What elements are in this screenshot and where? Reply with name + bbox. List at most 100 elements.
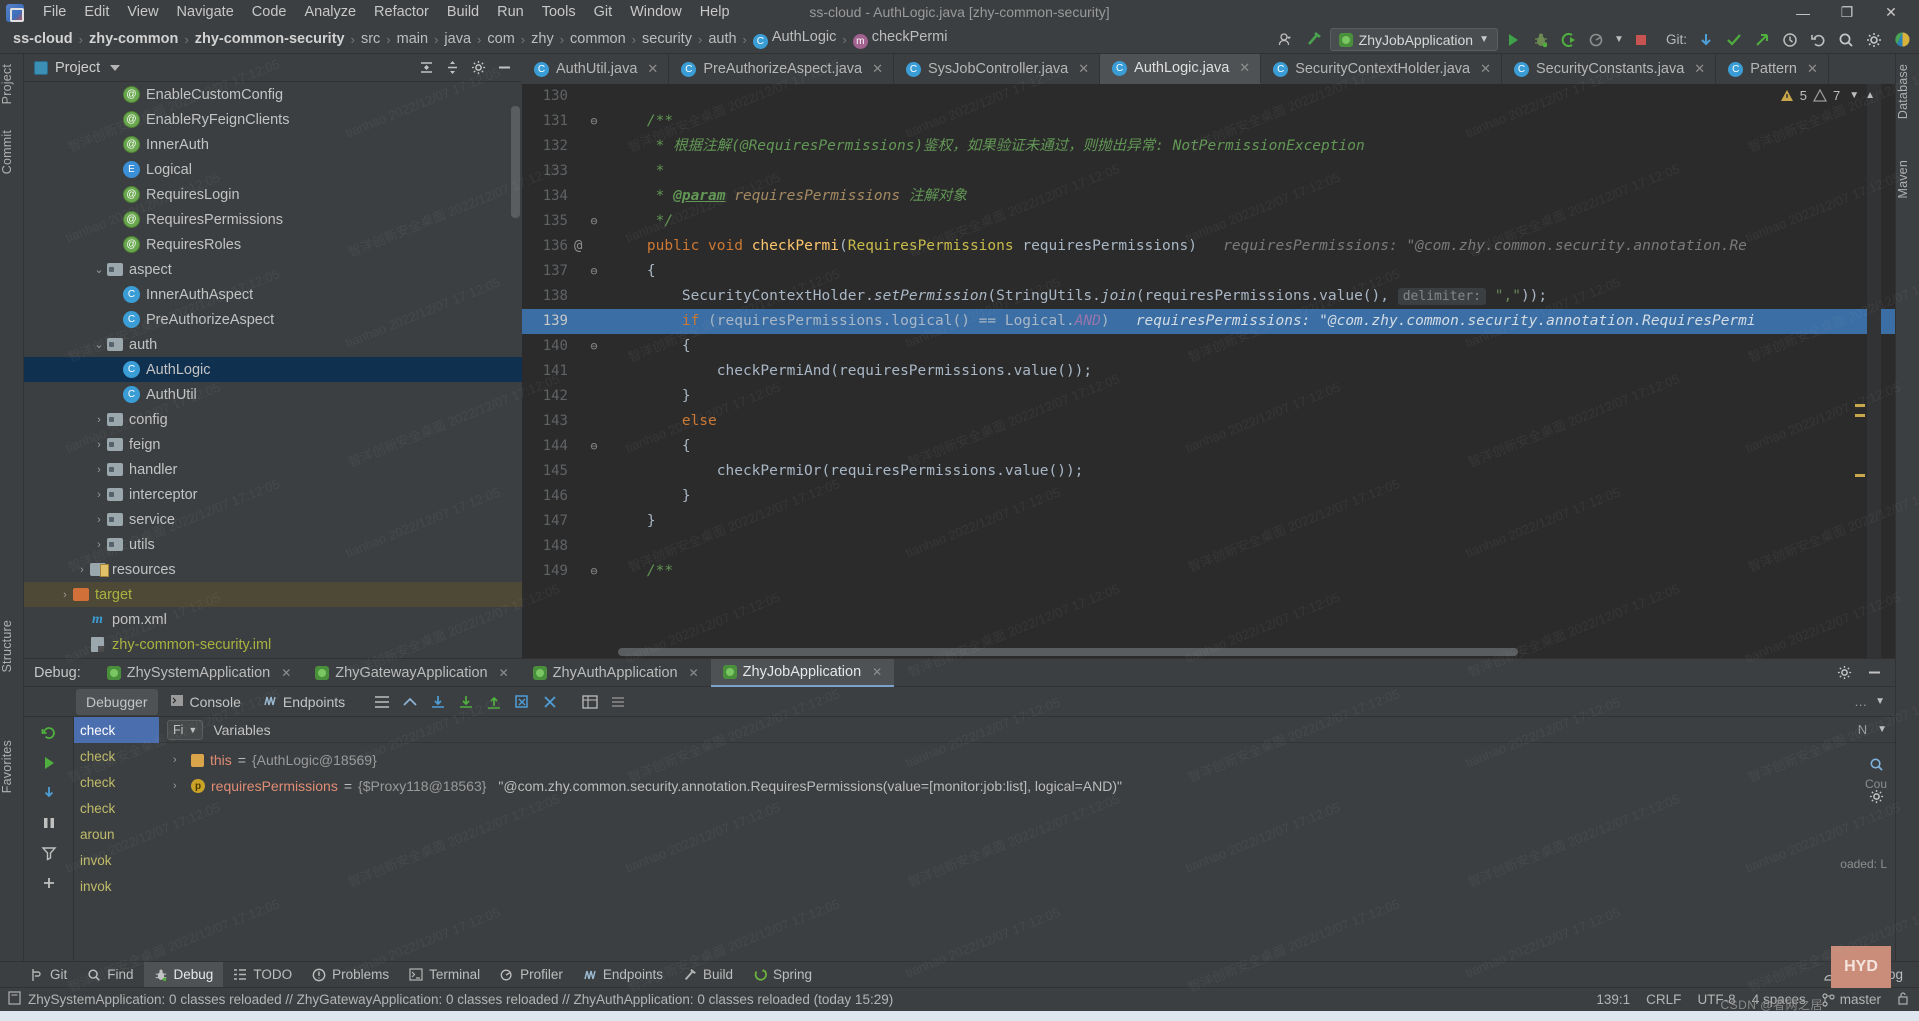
menu-item-file[interactable]: File [34,0,75,25]
settings-icon[interactable] [1861,28,1887,52]
code-line[interactable]: 140 ⊖ { [522,334,1895,359]
hide-panel-icon[interactable] [1861,660,1887,686]
rerun-icon[interactable] [34,719,64,747]
breadcrumb-item-zhy-common[interactable]: zhy-common [84,31,183,47]
annotation-gutter-icon[interactable]: @ [574,234,582,259]
tree-item[interactable]: C InnerAuthAspect [24,282,522,307]
chevron-right-icon[interactable]: › [92,513,106,527]
revert-icon[interactable] [1805,28,1831,52]
chevron-down-icon[interactable] [110,64,121,71]
help-icon[interactable] [1889,28,1915,52]
hide-panel-icon[interactable] [492,56,516,80]
project-scrollbar[interactable] [511,106,520,218]
chevron-down-icon[interactable]: ▼ [1875,696,1885,707]
chevron-down-icon[interactable]: ▼ [1612,28,1626,52]
frame-filter-select[interactable]: Fi ▼ [167,719,204,740]
code-line[interactable]: 149 ⊖ /** [522,559,1895,584]
chevron-right-icon[interactable]: › [92,413,106,427]
tool-window-button-terminal[interactable]: Terminal [399,962,490,988]
sidebar-tab-favorites[interactable]: Favorites [0,734,24,799]
chevron-right-icon[interactable]: › [92,438,106,452]
code-line[interactable]: 134 * @param requiresPermissions 注解对象 [522,184,1895,209]
step-down-icon[interactable] [34,779,64,807]
tool-window-button-problems[interactable]: Problems [302,962,399,988]
tool-window-button-todo[interactable]: TODO [223,962,302,988]
editor-tab-securitycontextholder-java[interactable]: C SecurityContextHolder.java ✕ [1261,54,1502,84]
sidebar-tab-commit[interactable]: Commit [0,124,24,180]
line-separator[interactable]: CRLF [1646,992,1681,1007]
debug-icon[interactable] [1528,28,1554,52]
caret-position[interactable]: 139:1 [1596,992,1630,1007]
chevron-down-icon[interactable]: ▼ [1849,90,1859,101]
collapse-all-icon[interactable] [414,56,438,80]
menu-item-view[interactable]: View [118,0,167,25]
tree-item[interactable]: ⌄ aspect [24,257,522,282]
layout-icon[interactable] [369,689,395,715]
tool-window-button-git[interactable]: Git [20,962,77,988]
tree-item[interactable]: › interceptor [24,482,522,507]
lock-icon[interactable] [1897,991,1909,1008]
chevron-right-icon[interactable]: › [173,754,185,766]
variable-row[interactable]: › p requiresPermissions = {$Proxy118@18563… [159,773,1895,799]
run-configuration-selector[interactable]: ZhyJobApplication ▼ [1329,28,1498,51]
code-line[interactable]: 146 } [522,484,1895,509]
settings2-icon[interactable] [605,689,631,715]
tree-item[interactable]: zhy-common-security.iml [24,632,522,657]
chevron-right-icon[interactable]: › [173,780,185,792]
menu-item-code[interactable]: Code [243,0,296,25]
debug-session-tab-zhygatewayapplication[interactable]: ZhyGatewayApplication ✕ [303,659,520,687]
menu-item-git[interactable]: Git [585,0,622,25]
sidebar-tab-maven[interactable]: Maven [1896,154,1919,205]
code-folding-icon[interactable]: ⊖ [588,259,600,284]
project-tree[interactable]: @ EnableCustomConfig @ EnableRyFeignClients… [24,82,522,658]
code-line[interactable]: 131 ⊖ /** [522,109,1895,134]
tree-item[interactable]: › service [24,507,522,532]
chevron-right-icon[interactable]: › [92,463,106,477]
breadcrumb-item-authlogic[interactable]: C AuthLogic [748,29,842,49]
debug-session-tab-zhyauthapplication[interactable]: ZhyAuthApplication ✕ [521,659,711,687]
tool-window-button-debug[interactable]: Debug [143,961,224,988]
menu-item-help[interactable]: Help [691,0,739,25]
editor-horizontal-scrollbar[interactable] [618,648,1518,656]
chevron-down-icon[interactable]: ⌄ [92,338,106,352]
code-folding-icon[interactable]: ⊖ [588,209,600,234]
tree-item[interactable]: › feign [24,432,522,457]
run-coverage-icon[interactable] [1556,28,1582,52]
breadcrumb-item-checkpermi[interactable]: m checkPermi [848,29,953,49]
stack-frame-row[interactable]: check [74,717,159,743]
settings-icon[interactable] [1831,660,1857,686]
tree-item[interactable]: C AuthUtil [24,382,522,407]
breadcrumb-item-ss-cloud[interactable]: ss-cloud [8,31,78,47]
code-folding-icon[interactable]: ⊖ [588,559,600,584]
history-icon[interactable] [1777,28,1803,52]
tool-window-button-build[interactable]: Build [673,962,743,988]
expand-all-icon[interactable] [440,56,464,80]
tree-item[interactable]: @ RequiresPermissions [24,207,522,232]
breadcrumb-item-zhy[interactable]: zhy [526,31,559,47]
chevron-right-icon[interactable]: › [58,588,72,602]
restore-layout-icon[interactable] [397,689,423,715]
build-hammer-icon[interactable] [1302,28,1328,52]
code-folding-icon[interactable]: ⊖ [588,434,600,459]
minimize-button[interactable]: — [1781,0,1825,25]
sidebar-tab-project[interactable]: Project [0,58,24,110]
debug-session-tab-zhyjobapplication[interactable]: ZhyJobApplication ✕ [710,658,895,687]
breadcrumb-item-auth[interactable]: auth [703,31,741,47]
tool-window-button-find[interactable]: Find [77,962,143,988]
code-line[interactable]: 137 ⊖ { [522,259,1895,284]
menu-item-run[interactable]: Run [488,0,533,25]
editor-tab-preauthorizeaspect-java[interactable]: C PreAuthorizeAspect.java ✕ [669,54,894,84]
menu-item-refactor[interactable]: Refactor [365,0,438,25]
code-line[interactable]: 135 ⊖ */ [522,209,1895,234]
code-folding-icon[interactable]: ⊖ [588,334,600,359]
run-icon[interactable] [1500,28,1526,52]
pause-icon[interactable] [34,809,64,837]
evaluate-expression-icon[interactable] [537,689,563,715]
variables-list[interactable]: › this = {AuthLogic@18569} › p requiresPermi… [159,743,1895,799]
stop-icon[interactable] [1628,28,1654,52]
close-icon[interactable]: ✕ [1694,61,1705,77]
search-variables-icon[interactable] [1863,751,1889,777]
breadcrumb-item-java[interactable]: java [439,31,476,47]
code-line[interactable]: 147 } [522,509,1895,534]
menu-item-window[interactable]: Window [621,0,691,25]
